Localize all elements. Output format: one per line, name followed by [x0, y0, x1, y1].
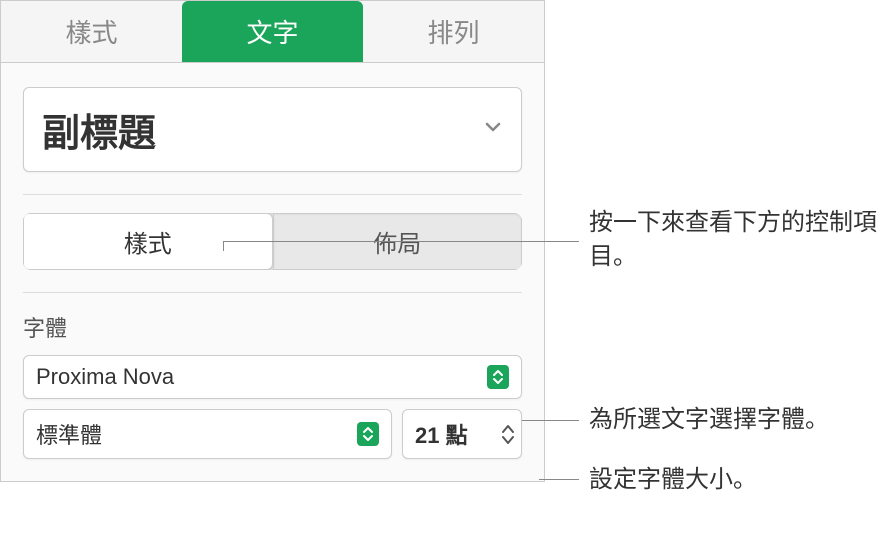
font-size-value: 21 點 [415, 418, 468, 450]
top-tabs: 樣式 文字 排列 [1, 1, 544, 63]
stepper-up-icon[interactable] [501, 424, 515, 434]
font-section-label: 字體 [23, 311, 522, 343]
tab-text[interactable]: 文字 [182, 1, 363, 62]
popup-arrows-icon [357, 422, 379, 446]
font-variant-dropdown[interactable]: 標準體 [23, 409, 392, 459]
font-variant-label: 標準體 [36, 418, 102, 450]
stepper-down-icon[interactable] [501, 435, 515, 445]
tab-arrange[interactable]: 排列 [363, 1, 544, 62]
callout-segment: 按一下來查看下方的控制項目。 [589, 206, 891, 273]
paragraph-style-dropdown[interactable]: 副標題 [23, 87, 522, 172]
tab-style[interactable]: 樣式 [1, 1, 182, 62]
callout-size: 設定字體大小。 [589, 463, 757, 497]
font-family-dropdown[interactable]: Proxima Nova [23, 355, 522, 399]
divider [23, 292, 522, 293]
callout-line [539, 479, 579, 480]
divider [23, 194, 522, 195]
callout-line [223, 241, 224, 251]
paragraph-style-label: 副標題 [42, 102, 156, 157]
font-family-name: Proxima Nova [36, 364, 174, 390]
callout-font: 為所選文字選擇字體。 [589, 403, 829, 437]
callout-line [522, 420, 579, 421]
popup-arrows-icon [487, 365, 509, 389]
callout-line [223, 241, 579, 242]
stepper-arrows [501, 424, 515, 445]
chevron-down-icon [483, 117, 503, 142]
font-size-stepper[interactable]: 21 點 [402, 409, 522, 459]
